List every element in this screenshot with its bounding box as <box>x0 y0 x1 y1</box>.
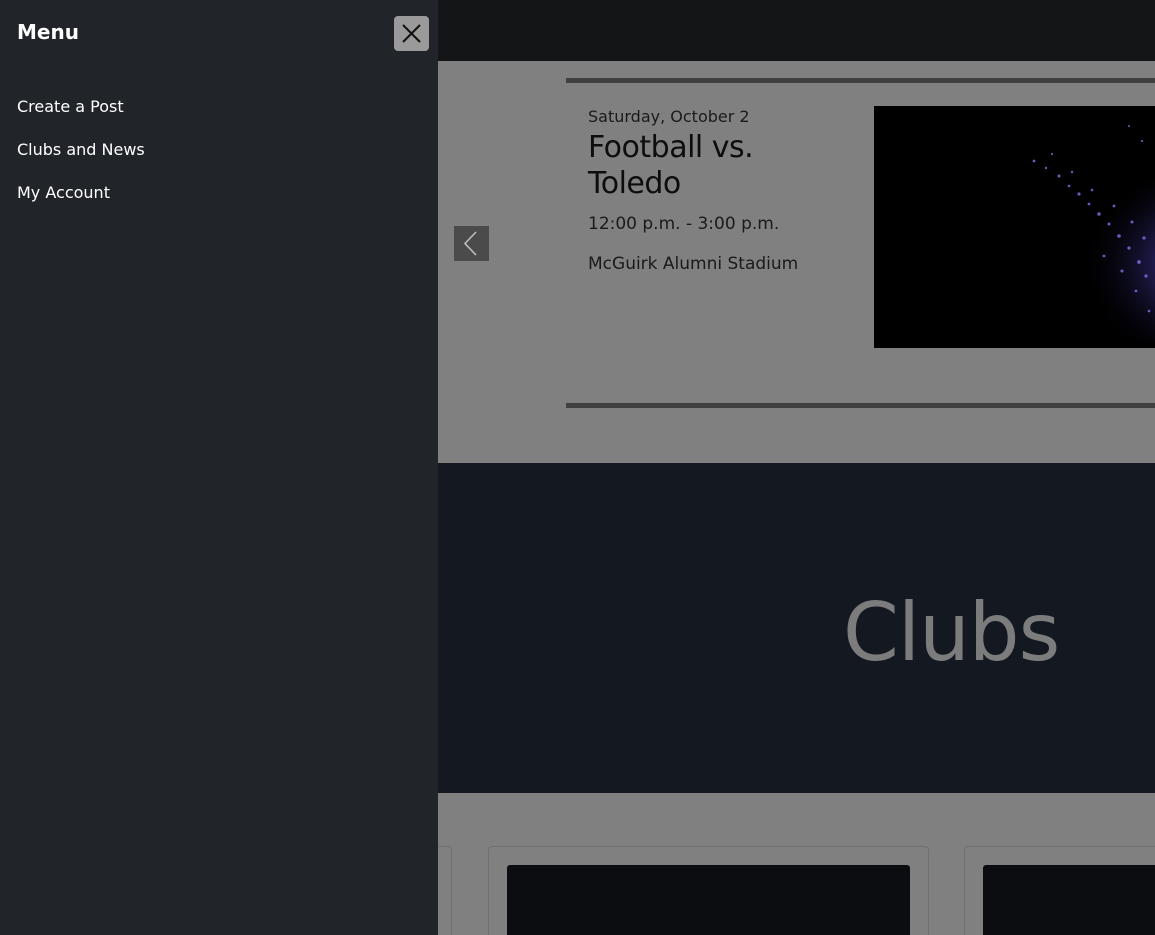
event-details: Saturday, October 2 Football vs. Toledo … <box>588 107 848 274</box>
event-time: 12:00 p.m. - 3:00 p.m. <box>588 214 780 234</box>
club-card-image <box>983 865 1155 935</box>
carousel-prev-button[interactable] <box>454 226 489 261</box>
event-image[interactable] <box>874 106 1155 348</box>
menu-link-create-post[interactable]: Create a Post <box>17 95 145 118</box>
menu-link-my-account[interactable]: My Account <box>17 181 145 204</box>
event-divider-bottom <box>566 403 1155 408</box>
event-location: McGuirk Alumni Stadium <box>588 254 799 274</box>
menu-title: Menu <box>17 20 79 44</box>
menu-link-clubs-news[interactable]: Clubs and News <box>17 138 145 161</box>
event-date: Saturday, October 2 <box>588 107 750 126</box>
club-card-image <box>507 865 910 935</box>
menu-item: My Account <box>17 181 145 204</box>
menu-nav: Create a Post Clubs and News My Account <box>17 95 145 224</box>
menu-item: Create a Post <box>17 95 145 118</box>
chevron-left-icon <box>463 231 477 256</box>
club-card[interactable] <box>488 846 929 935</box>
menu-item: Clubs and News <box>17 138 145 161</box>
close-button[interactable] <box>394 16 429 51</box>
event-divider-top <box>566 78 1155 83</box>
clubs-heading: Clubs <box>843 586 1060 679</box>
close-icon <box>402 24 421 43</box>
firework-image <box>874 106 1155 348</box>
event-title[interactable]: Football vs. Toledo <box>588 130 848 202</box>
page: Saturday, October 2 Football vs. Toledo … <box>0 0 1155 935</box>
club-card[interactable] <box>964 846 1155 935</box>
side-menu: Menu Create a Post Clubs and News My Acc… <box>0 0 438 935</box>
